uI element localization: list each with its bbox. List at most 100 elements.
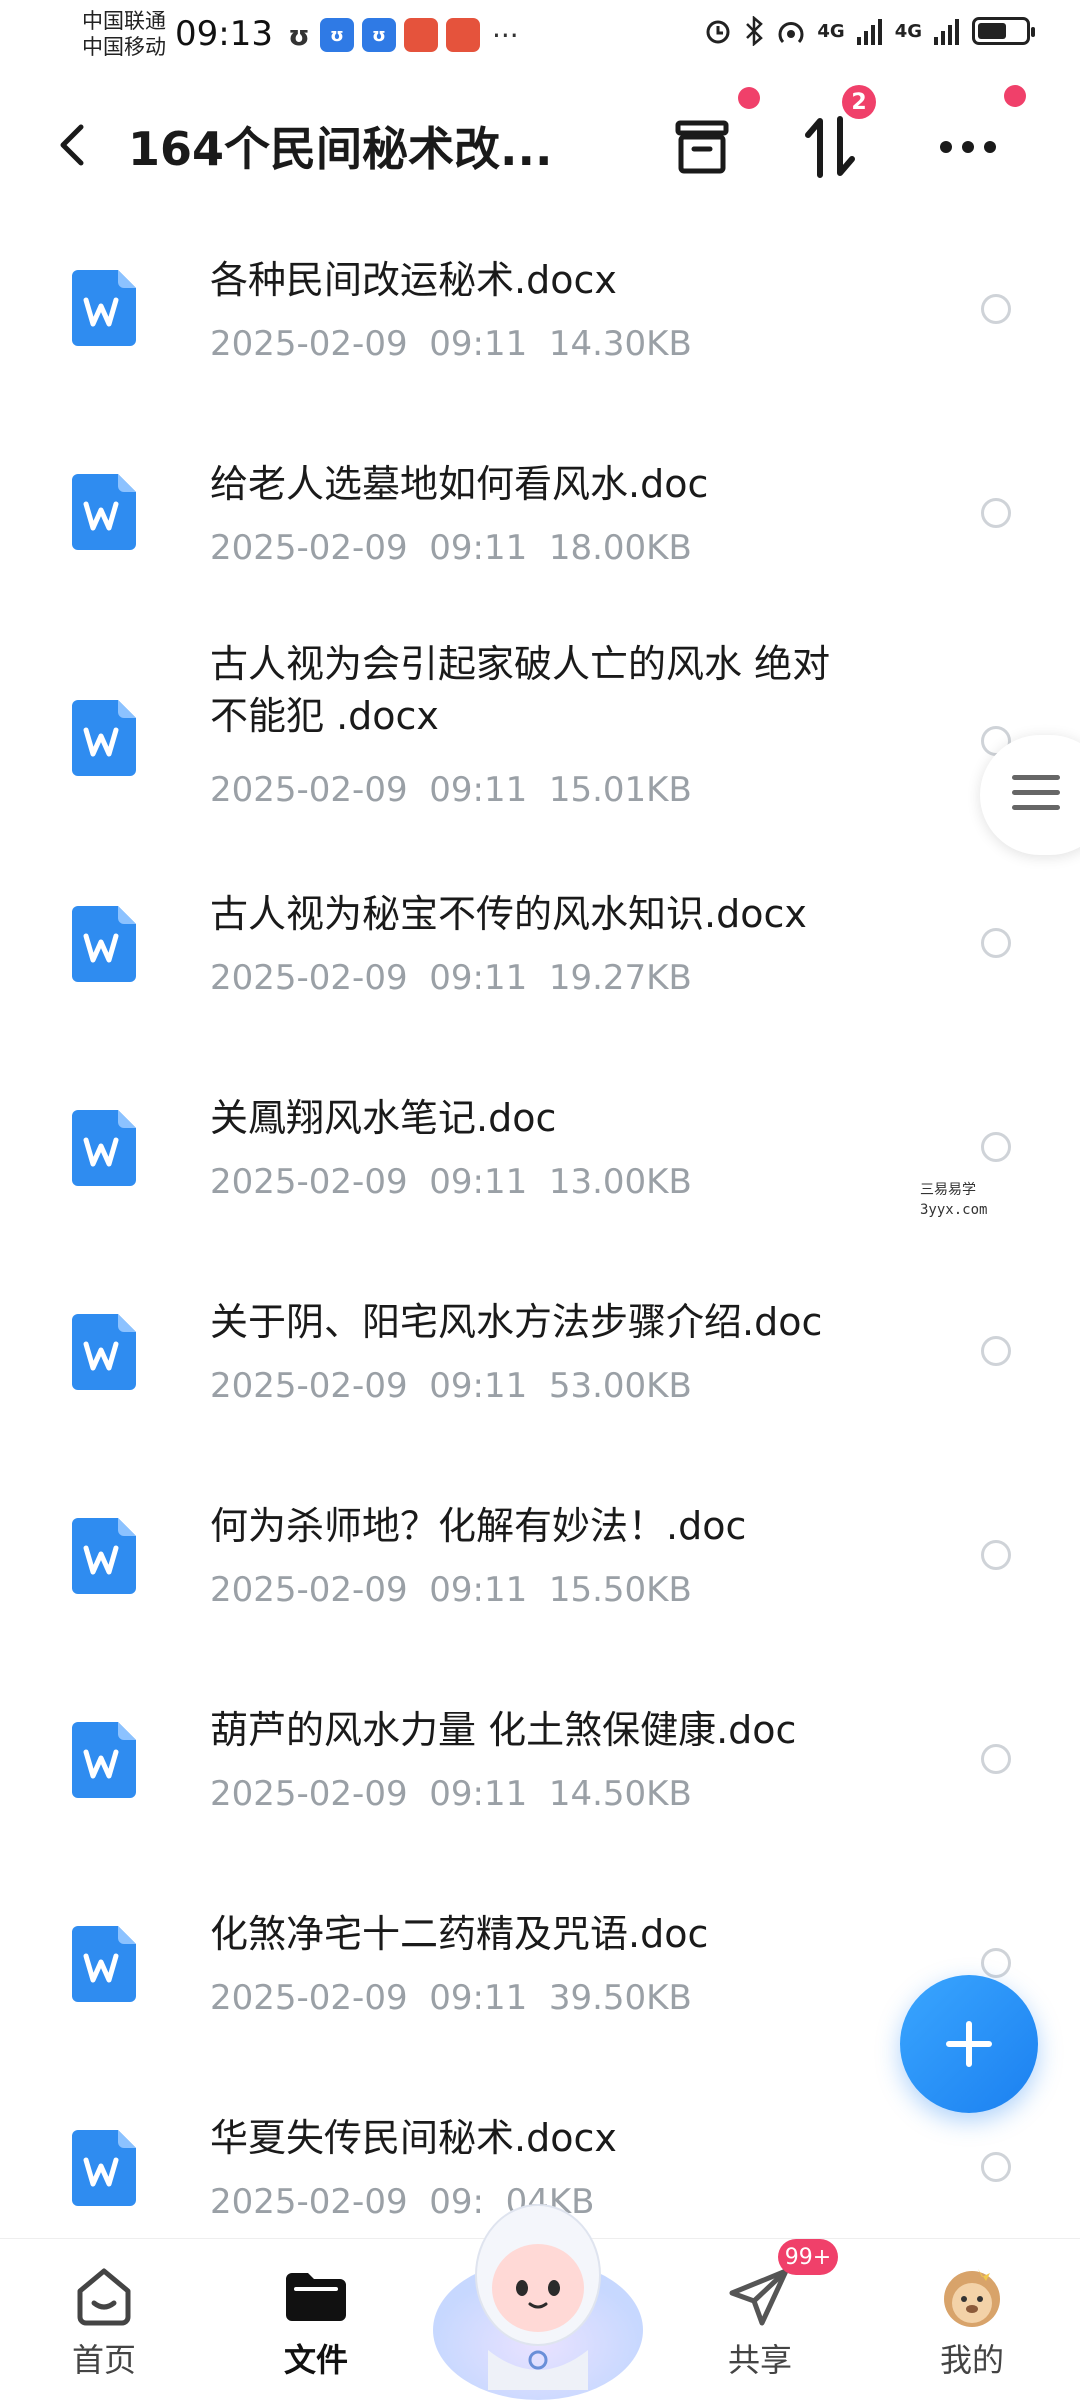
file-date: 2025-02-09 <box>210 1774 408 1814</box>
file-name: 给老人选墓地如何看风水.doc <box>210 462 709 506</box>
word-doc-icon <box>72 1722 136 1798</box>
list-item[interactable]: 何为杀师地？化解有妙法！.doc 2025-02-09 09:11 15.50K… <box>0 1476 1080 1680</box>
select-radio[interactable] <box>981 294 1011 324</box>
word-doc-icon <box>72 700 136 776</box>
folder-icon <box>286 2273 346 2321</box>
nav-share[interactable]: 共享 99+ <box>660 2239 860 2401</box>
list-item[interactable]: 葫芦的风水力量 化土煞保健康.doc 2025-02-09 09:11 14.5… <box>0 1680 1080 1884</box>
file-date: 2025-02-09 <box>210 1978 408 2018</box>
file-date: 2025-02-09 <box>210 1366 408 1406</box>
send-icon <box>729 2268 789 2326</box>
select-radio[interactable] <box>981 1132 1011 1162</box>
file-name: 关于阴、阳宅风水方法步骤介绍.doc <box>210 1300 823 1344</box>
back-button[interactable] <box>50 115 94 175</box>
signal-icon <box>934 19 959 45</box>
file-size: 19.27KB <box>548 958 692 998</box>
plus-icon <box>946 2021 992 2067</box>
file-time: 09:11 <box>429 1774 528 1814</box>
archive-button[interactable] <box>662 107 742 187</box>
battery-icon <box>972 17 1035 45</box>
app-notification-icon <box>404 18 438 52</box>
file-time: 09:11 <box>429 770 528 810</box>
network-type-label: 4G <box>894 20 922 42</box>
carrier-1: 中国联通 <box>82 9 166 33</box>
file-name: 葫芦的风水力量 化土煞保健康.doc <box>210 1708 797 1752</box>
word-doc-icon <box>72 2130 136 2206</box>
select-radio[interactable] <box>981 498 1011 528</box>
notification-icons: ʊ ʊ ʊ ··· <box>286 18 519 52</box>
file-meta: 2025-02-09 09:11 39.50KB <box>210 1978 692 2018</box>
file-size: 39.50KB <box>548 1978 692 2018</box>
nav-label: 首页 <box>71 2341 136 2379</box>
archive-notification-dot <box>738 87 760 109</box>
sort-button[interactable] <box>790 107 870 187</box>
file-time: 09:11 <box>429 1978 528 2018</box>
nav-label: 我的 <box>939 2341 1004 2379</box>
file-size: 15.50KB <box>548 1570 692 1610</box>
file-name-line: 不能犯 .docx <box>210 694 439 738</box>
list-item[interactable]: 古人视为会引起家破人亡的风水 绝对 不能犯 .docx 2025-02-09 0… <box>0 618 1080 864</box>
file-time: 09:11 <box>429 1162 528 1202</box>
file-date: 2025-02-09 <box>210 324 408 364</box>
shield-icon: ʊ <box>288 18 310 52</box>
file-size: 15.01KB <box>548 770 692 810</box>
more-notification-dot <box>1004 85 1026 107</box>
file-meta: 2025-02-09 09:11 53.00KB <box>210 1366 692 1406</box>
file-time: 09:11 <box>429 324 528 364</box>
word-doc-icon <box>72 1110 136 1186</box>
header: 164个民间秘术改... 2 <box>0 85 1080 195</box>
file-name: 华夏失传民间秘术.docx <box>210 2116 617 2160</box>
file-size: 14.50KB <box>548 1774 692 1814</box>
page-title: 164个民间秘术改... <box>128 122 553 176</box>
list-item[interactable]: 关鳳翔风水笔记.doc 2025-02-09 09:11 13.00KB <box>0 1068 1080 1272</box>
watermark-line: 3yyx.com <box>920 1202 988 1218</box>
carrier-labels: 中国联通 中国移动 <box>82 8 166 60</box>
assistant-mascot[interactable] <box>428 2180 648 2400</box>
system-icons: 4G 4G <box>703 16 1035 46</box>
select-radio[interactable] <box>981 1744 1011 1774</box>
file-time: 09:11 <box>429 1366 528 1406</box>
word-doc-icon <box>72 1926 136 2002</box>
select-radio[interactable] <box>981 1336 1011 1366</box>
file-name: 化煞净宅十二药精及咒语.doc <box>210 1912 709 1956</box>
file-size: 14.30KB <box>548 324 692 364</box>
clock: 09:13 <box>175 14 273 54</box>
chevron-left-icon <box>60 124 84 166</box>
select-radio[interactable] <box>981 928 1011 958</box>
file-time: 09:11 <box>429 958 528 998</box>
word-doc-icon <box>72 270 136 346</box>
add-button[interactable] <box>900 1975 1038 2113</box>
file-meta: 2025-02-09 09:11 19.27KB <box>210 958 692 998</box>
select-radio[interactable] <box>981 2152 1011 2182</box>
network-type-label: 4G <box>817 20 845 42</box>
file-name: 关鳳翔风水笔记.doc <box>210 1096 557 1140</box>
alarm-icon <box>706 20 730 44</box>
list-item[interactable]: 关于阴、阳宅风水方法步骤介绍.doc 2025-02-09 09:11 53.0… <box>0 1272 1080 1476</box>
list-item[interactable]: 古人视为秘宝不传的风水知识.docx 2025-02-09 09:11 19.2… <box>0 864 1080 1068</box>
word-doc-icon <box>72 906 136 982</box>
app-notification-icon <box>446 18 480 52</box>
list-item[interactable]: 各种民间改运秘术.docx 2025-02-09 09:11 14.30KB <box>0 210 1080 414</box>
file-date: 2025-02-09 <box>210 1162 408 1202</box>
word-doc-icon <box>72 474 136 550</box>
nav-label: 文件 <box>283 2341 348 2379</box>
nav-files[interactable]: 文件 <box>216 2239 416 2401</box>
nav-mine[interactable]: 我的 <box>872 2239 1072 2401</box>
file-date: 2025-02-09 <box>210 958 408 998</box>
file-name: 古人视为会引起家破人亡的风水 绝对 不能犯 .docx <box>210 638 930 742</box>
file-time: 09:11 <box>429 528 528 568</box>
more-options-button[interactable] <box>928 107 1008 187</box>
file-meta: 2025-02-09 09:11 18.00KB <box>210 528 692 568</box>
share-badge: 99+ <box>778 2239 838 2275</box>
file-date: 2025-02-09 <box>210 1570 408 1610</box>
select-radio[interactable] <box>981 1540 1011 1570</box>
watermark: 三易易学 3yyx.com <box>920 1180 987 1220</box>
sort-icon <box>805 116 855 178</box>
file-name: 各种民间改运秘术.docx <box>210 258 617 302</box>
bluetooth-icon <box>746 16 764 46</box>
select-radio[interactable] <box>981 1948 1011 1978</box>
file-size: 13.00KB <box>548 1162 692 1202</box>
app-notification-icon: ʊ <box>320 18 354 52</box>
nav-home[interactable]: 首页 <box>4 2239 204 2401</box>
list-item[interactable]: 给老人选墓地如何看风水.doc 2025-02-09 09:11 18.00KB <box>0 414 1080 618</box>
